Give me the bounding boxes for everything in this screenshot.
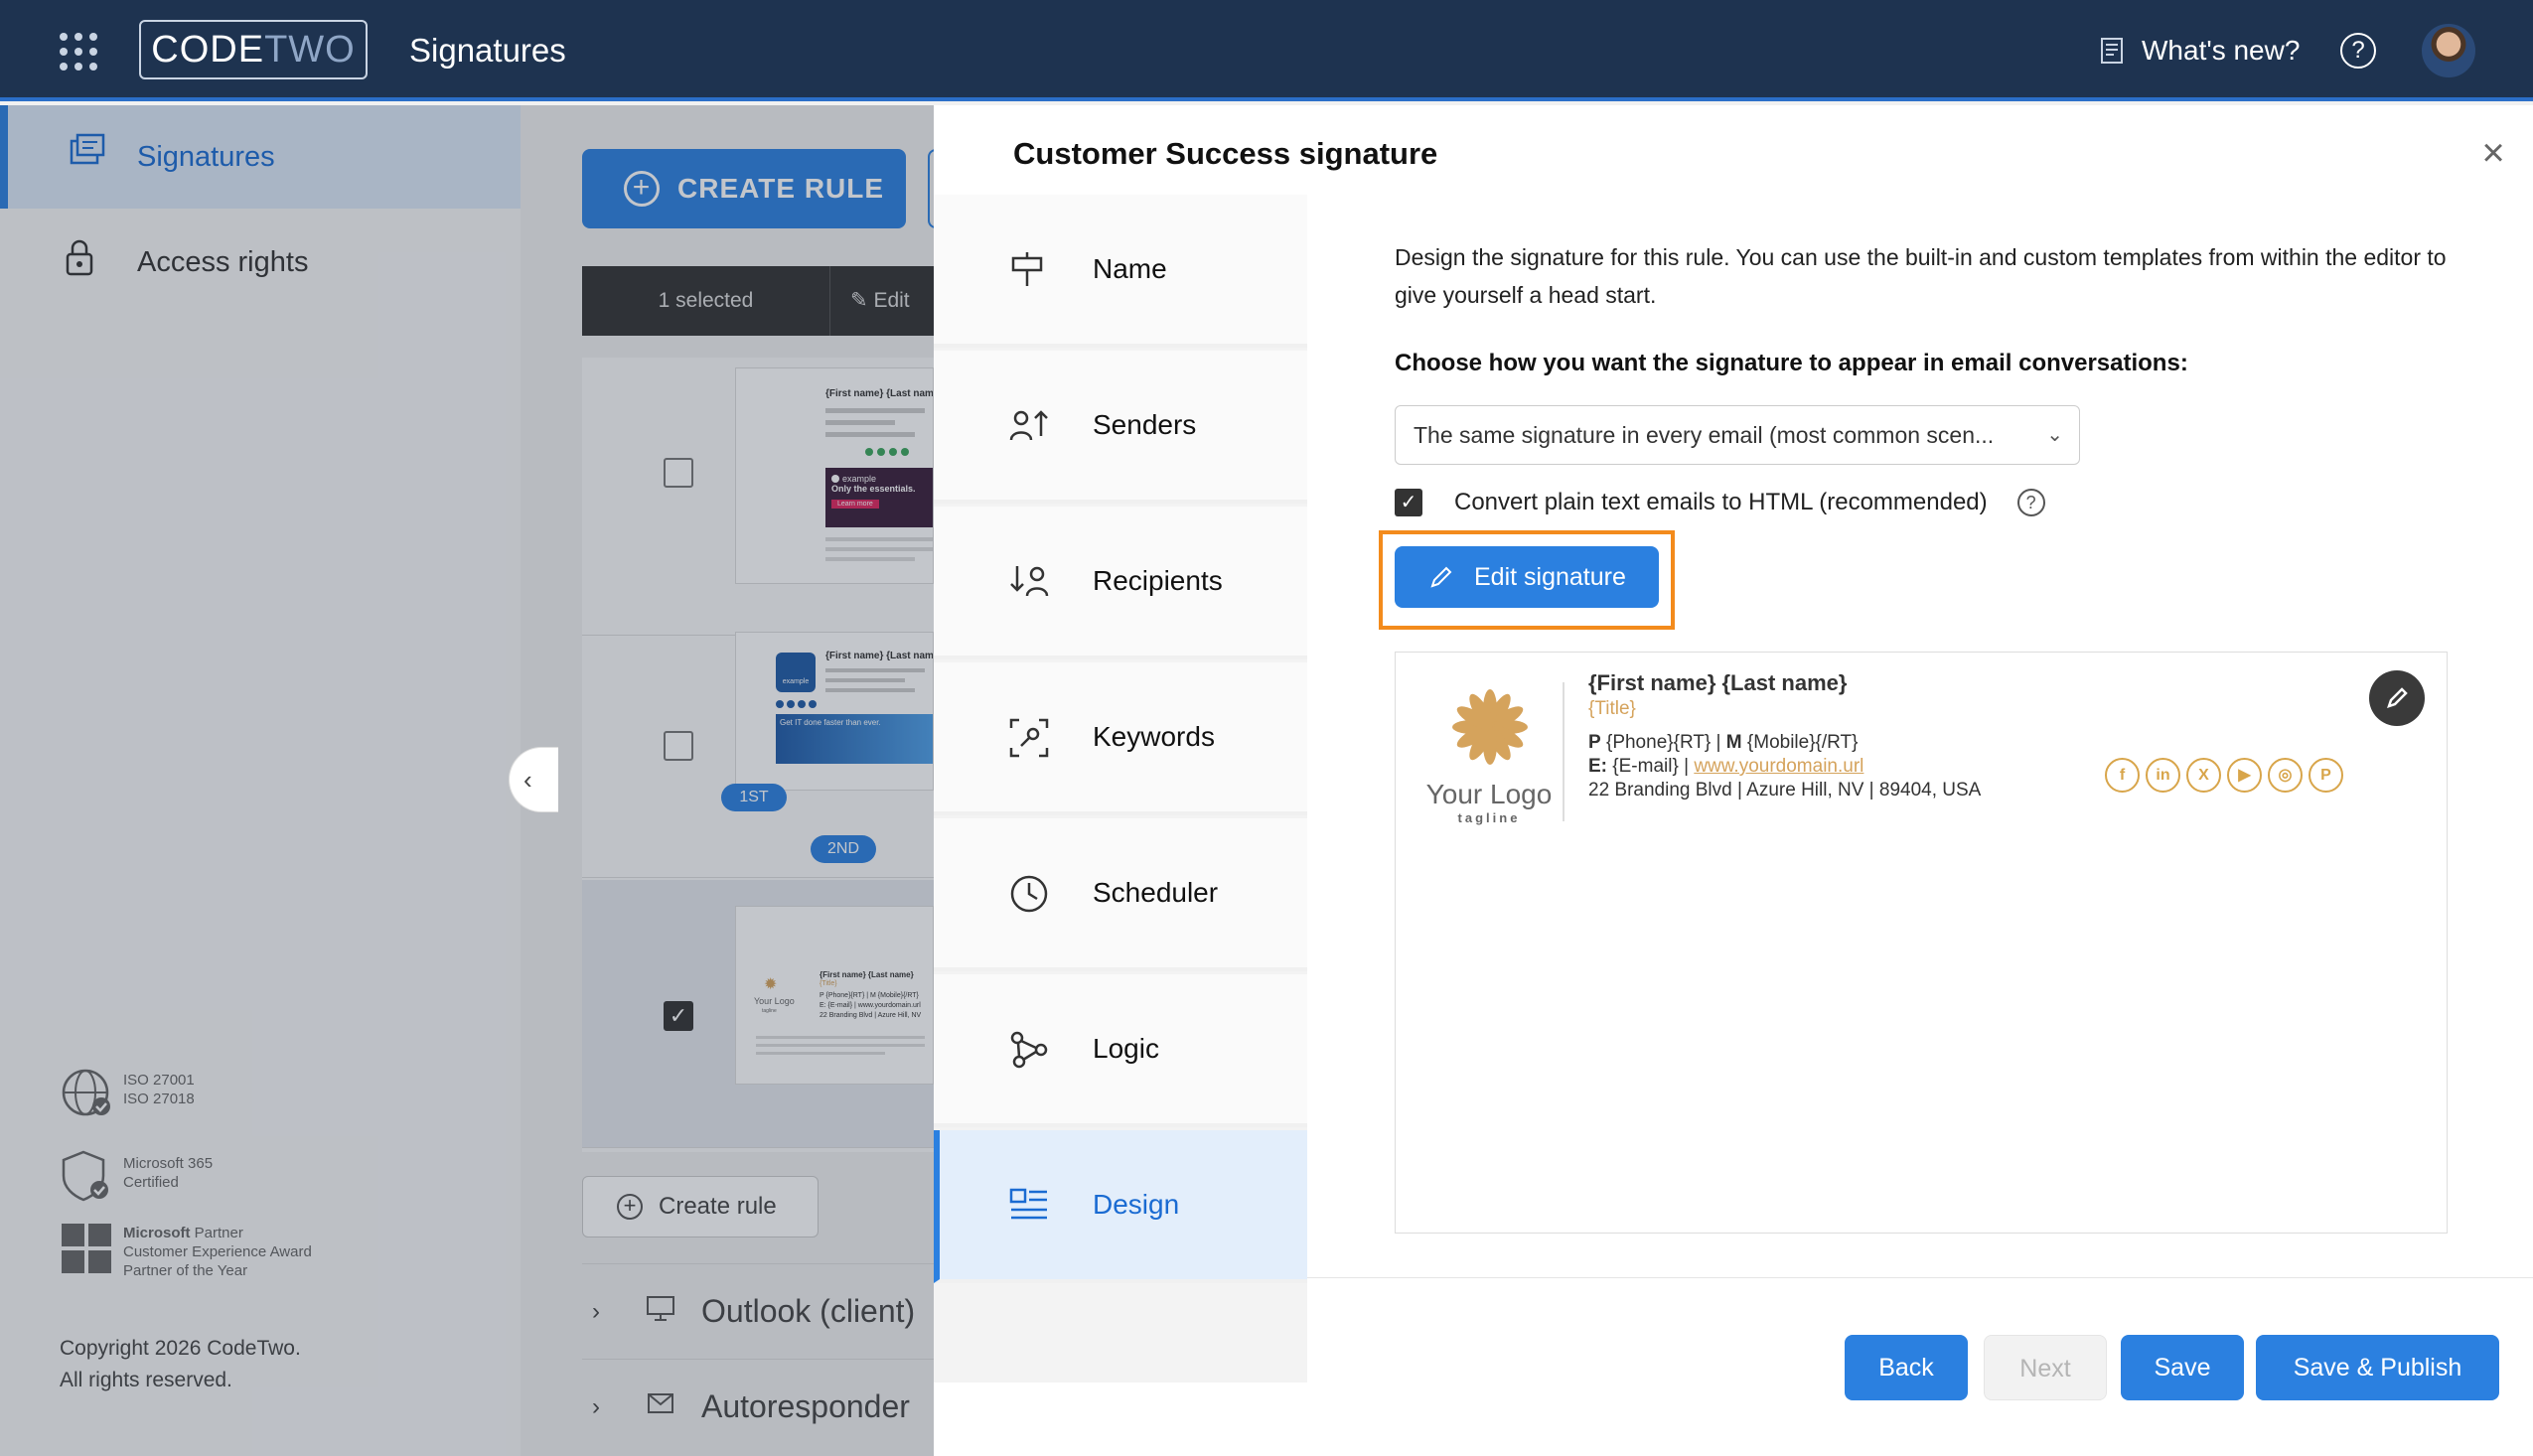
edit-pencil-button[interactable]	[2369, 670, 2425, 726]
step-name[interactable]: Name	[934, 195, 1307, 348]
footer-divider	[1307, 1277, 2533, 1278]
top-bar: CODETWO Signatures What's new? ?	[0, 0, 2533, 101]
wizard-steps: Name Senders Recipients Keywords Schedul…	[934, 195, 1307, 1383]
back-button[interactable]: Back	[1845, 1335, 1968, 1400]
social-icons: f in X ▶ ◎ P	[2105, 758, 2343, 793]
step-senders[interactable]: Senders	[934, 351, 1307, 504]
edit-signature-button[interactable]: Edit signature	[1395, 546, 1659, 608]
x-icon: X	[2186, 758, 2221, 793]
signature-title: {Title}	[1588, 698, 1636, 719]
senders-icon	[1009, 410, 1048, 441]
signature-address: 22 Branding Blvd | Azure Hill, NV | 8940…	[1588, 780, 1982, 801]
avatar[interactable]	[2422, 24, 2475, 77]
signature-preview: Your Logo tagline {First name} {Last nam…	[1395, 652, 2448, 1234]
step-keywords[interactable]: Keywords	[934, 662, 1307, 815]
keywords-icon	[1009, 718, 1049, 758]
facebook-icon: f	[2105, 758, 2140, 793]
design-icon	[1009, 1188, 1047, 1220]
conversation-mode-select[interactable]: The same signature in every email (most …	[1395, 405, 2080, 465]
youtube-icon: ▶	[2227, 758, 2262, 793]
design-panel: Design the signature for this rule. You …	[1307, 195, 2533, 1383]
signature-email-line: E: {E-mail} | www.yourdomain.url	[1588, 756, 1864, 777]
clock-icon	[1010, 875, 1048, 913]
codetwo-logo: CODETWO	[139, 20, 368, 79]
rule-dialog: Customer Success signature × Name Sender…	[934, 105, 2533, 1456]
pencil-icon	[1430, 566, 1452, 588]
save-button[interactable]: Save	[2121, 1335, 2244, 1400]
next-button[interactable]: Next	[1984, 1335, 2107, 1400]
conversation-mode-label: Choose how you want the signature to app…	[1395, 350, 2188, 376]
help-icon[interactable]: ?	[2340, 33, 2376, 69]
app-launcher-icon[interactable]	[60, 33, 97, 71]
signature-name: {First name} {Last name}	[1588, 670, 1848, 695]
step-design[interactable]: Design	[934, 1130, 1307, 1283]
linkedin-icon: in	[2146, 758, 2180, 793]
chevron-down-icon: ⌄	[2046, 424, 2063, 446]
instagram-icon: ◎	[2268, 758, 2303, 793]
step-recipients[interactable]: Recipients	[934, 507, 1307, 659]
app-title: Signatures	[409, 32, 566, 69]
whats-new-button[interactable]: What's new?	[2098, 30, 2300, 72]
convert-html-checkbox[interactable]: ✓	[1395, 489, 1422, 516]
convert-html-row: ✓ Convert plain text emails to HTML (rec…	[1395, 483, 2045, 522]
help-icon[interactable]: ?	[2016, 489, 2045, 516]
dialog-title: Customer Success signature	[1013, 136, 1438, 171]
close-icon[interactable]: ×	[2473, 133, 2513, 173]
logo-flower-icon	[1452, 689, 1528, 765]
signature-logo: Your Logo tagline	[1416, 682, 1564, 825]
convert-html-label: Convert plain text emails to HTML (recom…	[1454, 489, 1988, 515]
pinterest-icon: P	[2309, 758, 2343, 793]
step-logic[interactable]: Logic	[934, 974, 1307, 1127]
save-publish-button[interactable]: Save & Publish	[2256, 1335, 2499, 1400]
logic-icon	[1010, 1031, 1048, 1069]
modal-overlay[interactable]	[0, 105, 934, 1456]
whats-new-label: What's new?	[2142, 35, 2301, 66]
signature-phone-line: P {Phone}{RT} | M {Mobile}{/RT}	[1588, 732, 1859, 753]
design-description: Design the signature for this rule. You …	[1395, 244, 2447, 308]
pencil-icon	[2387, 687, 2408, 708]
recipients-icon	[1010, 566, 1049, 597]
step-scheduler[interactable]: Scheduler	[934, 818, 1307, 971]
signpost-icon	[1011, 252, 1043, 286]
news-icon	[2101, 38, 2123, 64]
